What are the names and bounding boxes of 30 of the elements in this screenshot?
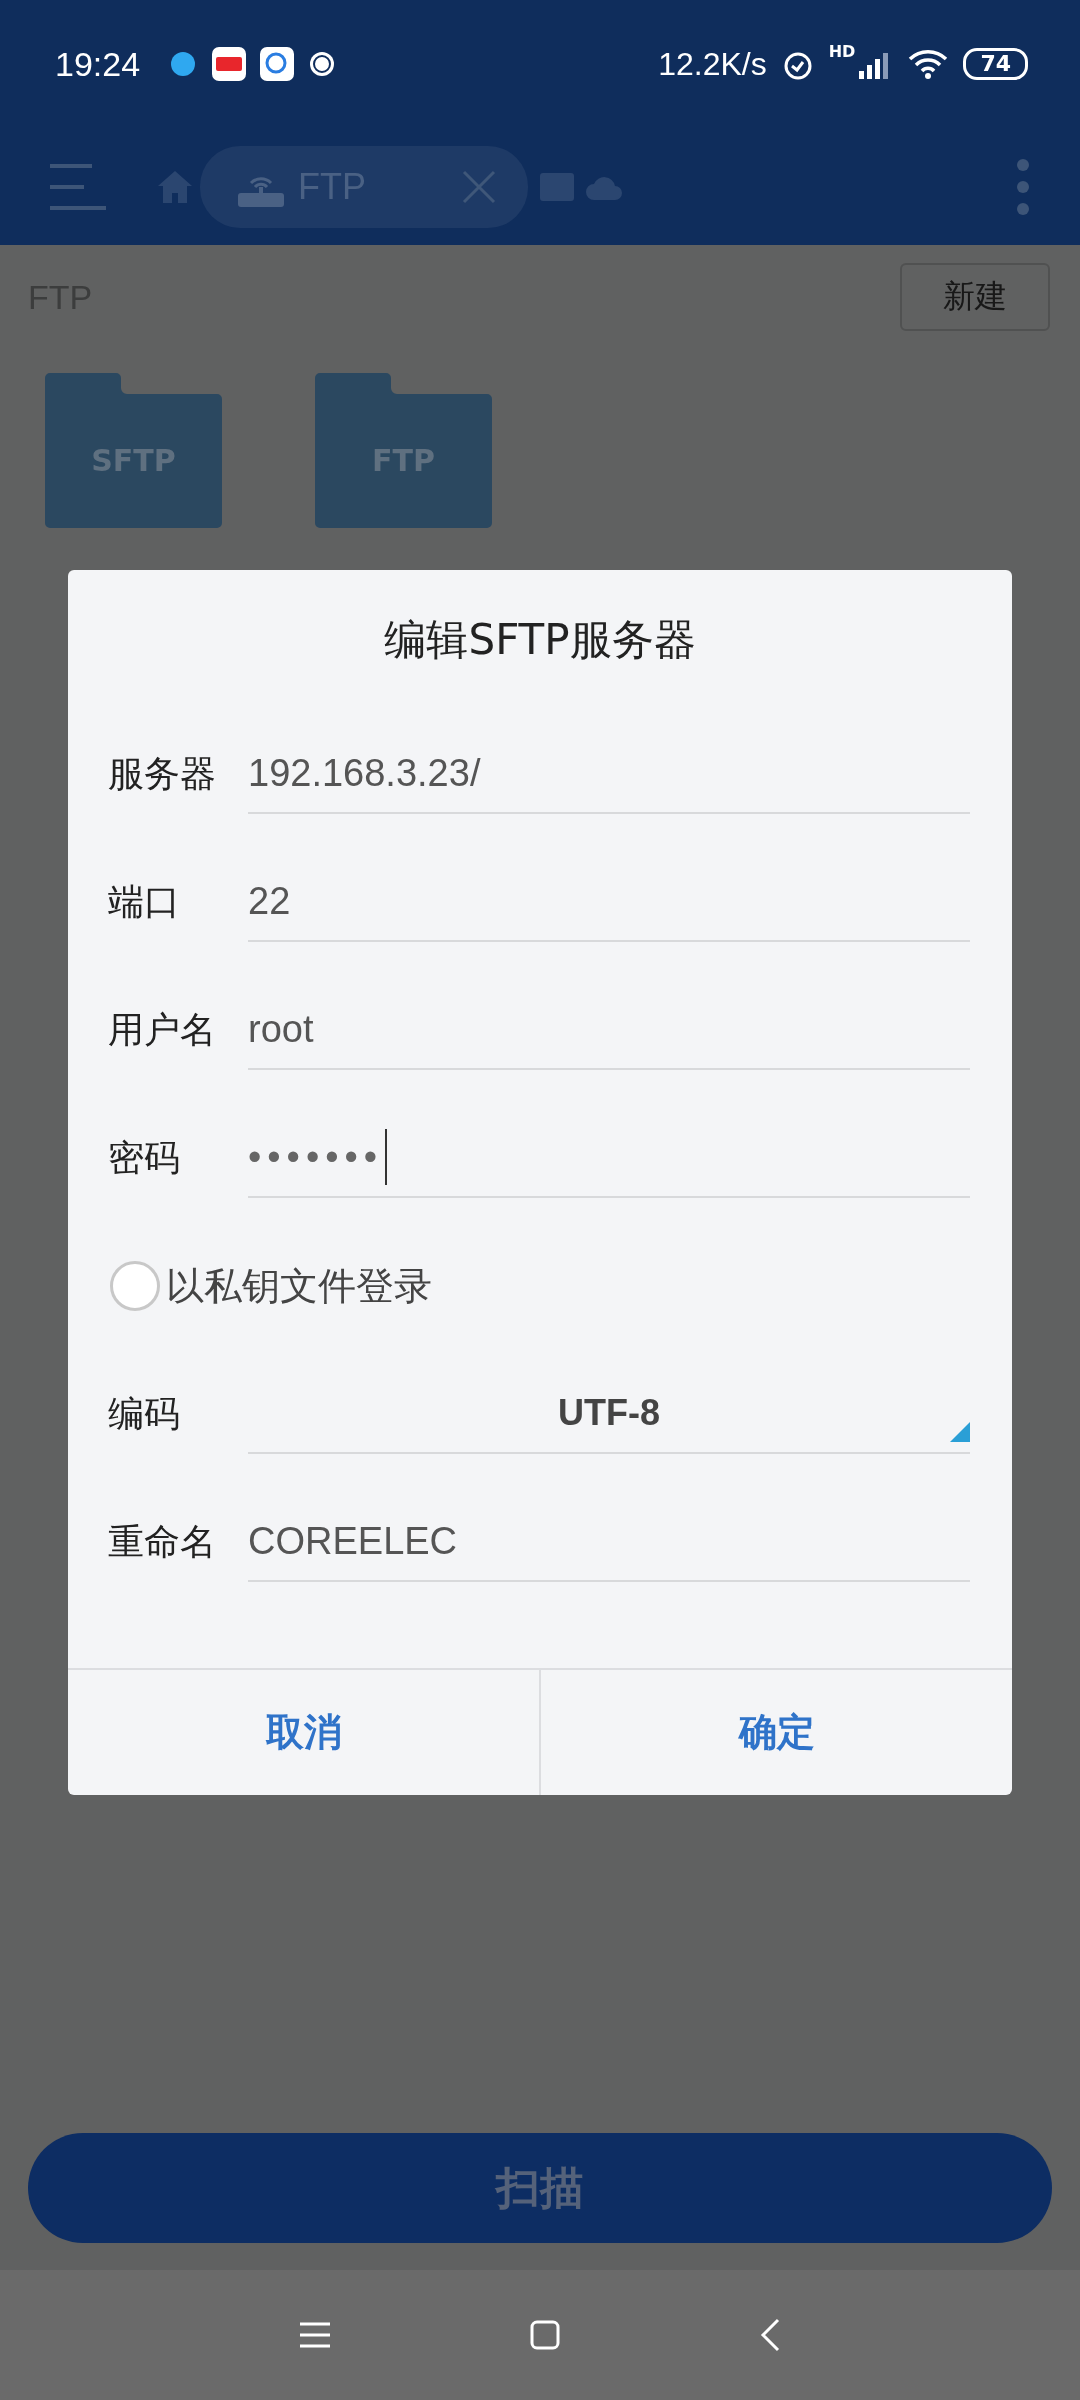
input-field[interactable]: 192.168.3.23/ [248,734,970,814]
cancel-button[interactable]: 取消 [68,1670,539,1795]
radio-button[interactable] [110,1261,160,1311]
network-speed: 12.2K/s [658,45,767,83]
input-field[interactable]: COREELEC [248,1502,970,1582]
password-field[interactable]: ••••••• [248,1118,970,1198]
field-label: 端口 [108,879,181,924]
confirm-button[interactable]: 确定 [539,1670,1012,1795]
close-icon[interactable] [462,169,496,204]
input-field[interactable]: 22 [248,862,970,942]
home-icon[interactable] [158,170,192,203]
wifi-icon [907,48,950,80]
input-field[interactable]: root [248,990,970,1070]
home-button-icon[interactable] [530,2320,560,2350]
folder-icon[interactable] [315,373,492,528]
field-label: 服务器 [108,751,217,796]
status-time: 19:24 [55,44,141,84]
field-label: 用户名 [108,1007,217,1052]
select-field[interactable]: UTF-8 [248,1374,970,1454]
battery-indicator: 74 [963,48,1028,80]
signal-type: HD [828,42,856,61]
back-icon[interactable] [760,2318,780,2352]
option-label[interactable]: 以私钥文件登录 [166,1260,432,1312]
field-label: 密码 [108,1135,181,1180]
more-icon[interactable] [1016,157,1030,216]
dialog-title: 编辑SFTP服务器 [383,614,697,666]
menu-icon[interactable] [300,2322,330,2348]
folder-icon[interactable] [45,373,222,528]
field-label: 编码 [108,1391,181,1436]
field-label: 重命名 [108,1519,217,1564]
